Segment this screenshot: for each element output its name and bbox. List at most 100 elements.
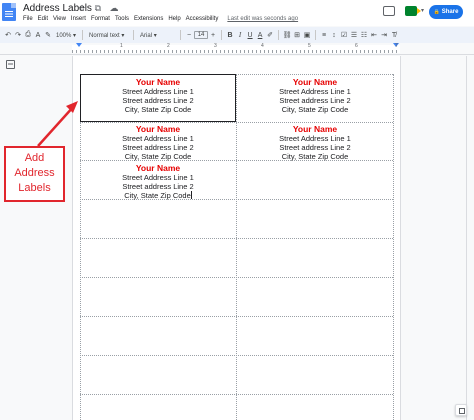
highlight-icon[interactable]: ✐: [265, 31, 275, 39]
add-comment-icon[interactable]: ⊞: [292, 31, 302, 39]
label-line2: Street address Line 2: [279, 96, 351, 105]
meet-icon[interactable]: [405, 6, 421, 16]
menu-edit[interactable]: Edit: [38, 16, 48, 26]
horizontal-ruler[interactable]: 1 2 3 4 5 6 7: [0, 43, 474, 55]
label-line3: City, State Zip Code: [124, 105, 192, 114]
formatting-toolbar: ↶ ↷ ⎙ A ✎ 100% ▾ Normal text ▾ Arial ▾ −…: [0, 27, 474, 43]
label-name: Your Name: [292, 124, 338, 134]
lock-icon: 🔒: [433, 9, 440, 15]
label-line2: Street address Line 2: [122, 143, 194, 152]
last-edit-link[interactable]: Last edit was seconds ago: [227, 16, 298, 26]
address-label[interactable]: Your Name Street Address Line 1 Street a…: [237, 124, 393, 161]
table-border: [80, 277, 393, 278]
label-line1: Street Address Line 1: [122, 87, 194, 96]
comment-history-icon[interactable]: [383, 6, 395, 16]
ruler-number: 6: [355, 43, 358, 49]
font-value: Arial: [140, 32, 153, 39]
callout-line2: Address: [14, 167, 55, 179]
decrease-font-size-icon[interactable]: −: [184, 32, 194, 39]
zoom-select[interactable]: 100% ▾: [53, 32, 79, 39]
document-page[interactable]: Your Name Street Address Line 1 Street a…: [72, 56, 401, 420]
vertical-scrollbar[interactable]: [466, 56, 474, 420]
ruler-number: 5: [308, 43, 311, 49]
share-button[interactable]: 🔒 Share: [429, 5, 463, 19]
checklist-icon[interactable]: ☑: [339, 31, 349, 39]
ruler-number: 3: [214, 43, 217, 49]
label-table[interactable]: Your Name Street Address Line 1 Street a…: [80, 74, 394, 420]
share-label: Share: [441, 9, 459, 15]
increase-font-size-icon[interactable]: +: [208, 32, 218, 39]
print-icon[interactable]: ⎙: [23, 31, 33, 39]
explore-icon[interactable]: [455, 404, 467, 416]
ruler-number: 4: [261, 43, 264, 49]
document-outline-icon[interactable]: [6, 60, 15, 69]
ruler-number: 1: [120, 43, 123, 49]
toolbar-divider: [315, 30, 317, 40]
label-line3: City, State Zip Code: [281, 105, 349, 114]
insert-image-icon[interactable]: ▣: [302, 31, 312, 39]
label-name: Your Name: [135, 124, 181, 134]
menu-view[interactable]: View: [53, 16, 66, 26]
table-border: [80, 238, 393, 239]
address-label[interactable]: Your Name Street Address Line 1 Street a…: [80, 77, 236, 114]
label-line3-with-cursor: City, State Zip Code: [80, 191, 236, 200]
docs-logo-icon[interactable]: [2, 3, 16, 21]
line-spacing-icon[interactable]: ↕: [329, 32, 339, 39]
ruler-number: 7: [395, 43, 398, 49]
label-line3: City, State Zip Code: [281, 152, 349, 161]
paint-format-icon[interactable]: ✎: [43, 31, 53, 39]
address-label[interactable]: Your Name Street Address Line 1 Street a…: [80, 124, 236, 161]
menu-file[interactable]: File: [23, 16, 33, 26]
increase-indent-icon[interactable]: ⇥: [379, 31, 389, 39]
text-color-icon[interactable]: A: [255, 32, 265, 39]
toolbar-divider: [278, 30, 280, 40]
label-line2: Street address Line 2: [122, 182, 194, 191]
label-line2: Street address Line 2: [122, 96, 194, 105]
redo-icon[interactable]: ↷: [13, 31, 23, 39]
undo-icon[interactable]: ↶: [3, 31, 13, 39]
toolbar-divider: [82, 30, 84, 40]
address-label[interactable]: Your Name Street Address Line 1 Street a…: [237, 77, 393, 114]
table-border: [80, 316, 393, 317]
toolbar-divider: [221, 30, 223, 40]
menu-extensions[interactable]: Extensions: [134, 16, 163, 26]
numbered-list-icon[interactable]: ☷: [359, 31, 369, 39]
chevron-down-icon[interactable]: ▾: [421, 7, 424, 14]
label-name: Your Name: [135, 77, 181, 87]
bulleted-list-icon[interactable]: ☰: [349, 31, 359, 39]
text-cursor: [190, 191, 192, 199]
font-select[interactable]: Arial ▾: [137, 32, 177, 39]
label-line1: Street Address Line 1: [279, 87, 351, 96]
address-label[interactable]: Your Name Street Address Line 1 Street a…: [80, 163, 236, 200]
left-indent-marker[interactable]: [76, 43, 82, 47]
menu-bar: File Edit View Insert Format Tools Exten…: [23, 16, 298, 26]
zoom-value: 100%: [56, 32, 72, 39]
label-line1: Street Address Line 1: [279, 134, 351, 143]
arrow-shaft: [37, 105, 75, 147]
menu-insert[interactable]: Insert: [71, 16, 86, 26]
italic-icon[interactable]: I: [235, 31, 245, 39]
star-move-cloud-icons[interactable]: ☆ ⧉ ☁: [78, 3, 122, 14]
style-select[interactable]: Normal text ▾: [86, 32, 130, 39]
menu-help[interactable]: Help: [168, 16, 180, 26]
align-icon[interactable]: ≡: [319, 32, 329, 39]
label-line3: City, State Zip Code: [124, 191, 191, 200]
table-border: [80, 355, 393, 356]
label-line2: Street address Line 2: [279, 143, 351, 152]
bold-icon[interactable]: B: [225, 32, 235, 39]
clear-formatting-icon[interactable]: T̸: [389, 32, 399, 39]
toolbar-divider: [180, 30, 182, 40]
label-name: Your Name: [292, 77, 338, 87]
decrease-indent-icon[interactable]: ⇤: [369, 31, 379, 39]
style-value: Normal text: [89, 32, 120, 39]
menu-format[interactable]: Format: [91, 16, 110, 26]
label-line3: City, State Zip Code: [124, 152, 192, 161]
underline-icon[interactable]: U: [245, 32, 255, 39]
menu-accessibility[interactable]: Accessibility: [186, 16, 219, 26]
label-name: Your Name: [135, 163, 181, 173]
callout-line1: Add: [24, 152, 45, 164]
menu-tools[interactable]: Tools: [115, 16, 129, 26]
link-icon[interactable]: ⛓: [282, 31, 292, 39]
font-size-input[interactable]: 14: [194, 31, 209, 39]
spellcheck-icon[interactable]: A: [33, 32, 43, 39]
